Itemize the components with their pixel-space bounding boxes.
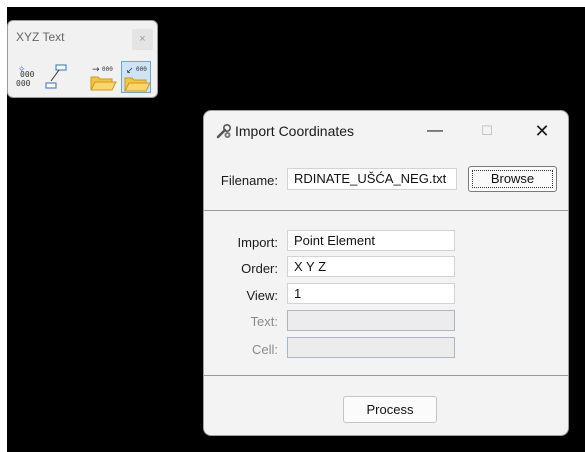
- top-separator: [204, 210, 568, 211]
- focus-ring: [472, 170, 553, 188]
- svg-text:000: 000: [102, 66, 113, 73]
- toolbox-title: XYZ Text: [16, 30, 65, 44]
- text-label: Text:: [250, 314, 278, 329]
- order-label: Order:: [241, 261, 278, 276]
- toolbox-close-button[interactable]: ×: [132, 29, 153, 50]
- view-label: View:: [246, 288, 278, 303]
- dialog-titlebar[interactable]: Import Coordinates — ☐ ✕: [204, 111, 568, 151]
- filename-label: Filename:: [220, 173, 278, 188]
- cell-label: Cell:: [251, 342, 278, 357]
- view-field[interactable]: 1: [287, 283, 455, 304]
- import-coordinates-dialog: Import Coordinates — ☐ ✕ Filename: RDINA…: [203, 110, 569, 436]
- order-field[interactable]: X Y Z: [287, 256, 455, 277]
- import-type-field[interactable]: Point Element: [287, 230, 455, 251]
- minimize-button[interactable]: —: [420, 119, 450, 143]
- element-leader-icon: [45, 64, 67, 89]
- close-button[interactable]: ✕: [527, 119, 557, 143]
- dialog-title: Import Coordinates: [235, 123, 355, 139]
- xyz-text-toolbox: XYZ Text × ✧ 000 000 → 000 ↙ 000: [7, 20, 158, 98]
- svg-text:000: 000: [136, 66, 147, 73]
- import-folder-icon: ↙ 000: [124, 66, 151, 92]
- svg-text:000: 000: [20, 70, 35, 79]
- xyz-text-tool-button[interactable]: ✧ 000 000: [12, 61, 42, 93]
- xyz-points-icon: ✧ 000 000: [16, 65, 35, 88]
- export-folder-icon: → 000: [90, 65, 117, 91]
- import-label: Import:: [237, 235, 278, 250]
- text-field[interactable]: [287, 310, 455, 331]
- bottom-separator: [204, 375, 568, 376]
- export-coordinates-tool-button[interactable]: → 000: [88, 61, 118, 93]
- svg-text:↙: ↙: [126, 66, 134, 76]
- svg-text:000: 000: [16, 79, 31, 88]
- element-tool-button[interactable]: [43, 61, 73, 93]
- filename-field[interactable]: RDINATE_UŠĆA_NEG.txt: [287, 168, 457, 190]
- browse-button[interactable]: Browse: [468, 166, 557, 192]
- import-coordinates-tool-button[interactable]: ↙ 000: [121, 61, 151, 93]
- cell-field[interactable]: [287, 337, 455, 358]
- maximize-button[interactable]: ☐: [472, 119, 502, 143]
- process-button[interactable]: Process: [343, 396, 437, 423]
- tools-gear-icon: [216, 123, 232, 144]
- svg-text:→: →: [92, 65, 100, 75]
